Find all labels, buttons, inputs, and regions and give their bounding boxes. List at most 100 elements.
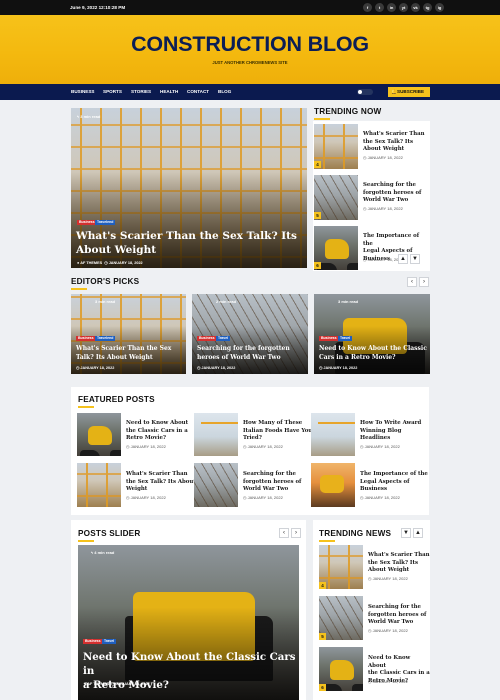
card-title[interactable]: Need to Know About the Classic Cars in a… [319,345,427,362]
nav-item-stories[interactable]: STORIES [131,89,151,94]
rank-badge: 6 [314,262,321,269]
card-title[interactable]: What's Scarier Than the Sex Talk? Its Ab… [76,345,171,362]
clock-icon: ◷ [126,444,130,449]
nav-item-blog[interactable]: BLOG [218,89,231,94]
site-tagline: JUST ANOTHER CHROMENEWS SITE [212,60,288,65]
post-date: ◷ JANUARY 18, 2022 [368,576,408,581]
slider-prev-button[interactable]: ‹ [279,528,289,538]
featured-title[interactable]: What's Scarier Than the Sex Talk? Its Ab… [126,471,196,494]
nav-item-business[interactable]: BUSINESS [71,89,95,94]
hero-meta: ● AF THEMES ◷ JANUARY 18, 2022 [77,260,143,265]
trending-title[interactable]: What's Scarier Than the Sex Talk? Its Ab… [363,131,425,154]
category-tag[interactable]: Business [76,336,96,341]
title-line: the Classic Cars in a [126,427,188,434]
hero-tag-business[interactable]: Business [77,220,97,225]
title-line: Searching for the forgotten [197,345,290,352]
thumb-image [194,413,238,456]
editors-pick-card[interactable]: 2 min read Business Travel Searching for… [192,294,308,374]
post-date: ◷ JANUARY 18, 2022 [243,495,283,500]
picks-prev-button[interactable]: ‹ [407,277,417,287]
category-tag[interactable]: Business [197,336,217,341]
title-line: forgotten heroes of [363,189,422,196]
featured-thumb[interactable] [77,463,121,507]
title-line: Talk? Its About Weight [76,353,153,361]
title-line: The Importance of the [360,471,428,477]
picks-next-button[interactable]: › [419,277,429,287]
category-tag[interactable]: Business [319,336,339,341]
category-tag[interactable]: Travel [102,639,117,644]
subscribe-button[interactable]: 🔔 SUBSCRIBE [388,87,430,97]
title-line: Headlines [360,435,391,442]
linkedin-icon[interactable]: in [387,3,396,12]
card-meta: ◷ JANUARY 18, 2022 [76,365,114,370]
card-title[interactable]: Searching for the forgotten heroes of Wo… [197,345,290,362]
telegram-icon[interactable]: tg [423,3,432,12]
thumb-image [311,463,355,507]
nav-item-health[interactable]: HEALTH [160,89,178,94]
trending-title[interactable]: Searching for the forgotten heroes of Wo… [363,182,421,205]
section-underline [71,288,87,290]
title-line: Need to Know About [126,420,189,426]
category-tag[interactable]: Business [83,639,103,644]
vk-icon[interactable]: vk [411,3,420,12]
editors-pick-card[interactable]: 3 min read Business Travel Need to Know … [314,294,430,374]
featured-title[interactable]: The Importance of the Legal Aspects of B… [360,471,428,494]
current-date: June 9, 2022 12:10:28 PM [70,5,126,10]
youtube-icon[interactable]: yt [399,3,408,12]
clock-icon: ◷ [111,682,115,686]
hero-tag-travelend[interactable]: Travelend [95,220,116,225]
title-line: Weight [126,486,148,493]
thumb-image [311,413,355,456]
date-text: JANUARY 18, 2022 [80,366,115,370]
featured-thumb[interactable] [311,413,355,456]
rank-badge: 5 [314,212,321,219]
title-line: Need to Know About [368,655,411,669]
title-line: World War Two [368,619,414,626]
post-date: ◷ JANUARY 18, 2022 [363,155,403,160]
dark-mode-toggle[interactable] [357,89,373,95]
nav-item-contact[interactable]: CONTACT [187,89,209,94]
section-underline [78,540,94,542]
news-title[interactable]: What's Scarier Than the Sex Talk? Its Ab… [368,552,430,575]
site-logo[interactable]: CONSTRUCTION BLOG [0,32,500,57]
hero-author[interactable]: AF THEMES [80,261,102,265]
hero-title[interactable]: What's Scarier Than the Sex Talk? Its Ab… [76,229,297,257]
author-icon: ● [84,682,87,686]
trending-down-button[interactable]: ▼ [410,254,420,264]
category-tag[interactable]: Travel [338,336,353,341]
featured-thumb[interactable] [77,413,121,456]
rank-badge: 5 [319,633,326,640]
nav-item-sports[interactable]: SPORTS [103,89,122,94]
slider-next-button[interactable]: › [291,528,301,538]
category-tag[interactable]: Travelend [95,336,116,341]
category-tag[interactable]: Travel [216,336,231,341]
slide-author[interactable]: AF THEMES [87,682,109,686]
title-line: How Many of These [243,420,303,426]
read-time: 3 min read [338,299,359,304]
hero-post[interactable]: ϟ 3 min read Business Travelend What's S… [71,108,307,268]
news-up-button[interactable]: ▲ [413,528,423,538]
title-line: What's Scarier Than [363,131,425,137]
instagram-icon[interactable]: ig [435,3,444,12]
featured-thumb[interactable] [311,463,355,507]
slider-slide[interactable]: ϟ 4 min read Business Travel Need to Kno… [78,545,299,700]
news-down-button[interactable]: ▼ [401,528,411,538]
featured-title[interactable]: Searching for the forgotten heroes of Wo… [243,471,301,494]
facebook-icon[interactable]: f [363,3,372,12]
featured-thumb[interactable] [194,463,238,507]
section-underline [314,118,330,120]
news-title[interactable]: Searching for the forgotten heroes of Wo… [368,604,426,627]
featured-title[interactable]: How Many of These Italian Foods Have You… [243,420,312,443]
title-line: What's Scarier Than the Sex [76,345,172,352]
featured-title[interactable]: Need to Know About the Classic Cars in a… [126,420,188,443]
trending-up-button[interactable]: ▲ [398,254,408,264]
rank-badge: 6 [319,684,326,691]
card-meta: ◷ JANUARY 18, 2022 [319,365,357,370]
title-line: Business [360,486,387,493]
editors-pick-card[interactable]: 3 min read Business Travelend What's Sca… [71,294,186,374]
date-text: JANUARY 18, 2022 [367,155,403,160]
read-label: 4 min read [94,550,115,555]
featured-thumb[interactable] [194,413,238,456]
featured-title[interactable]: How To Write Award Winning Blog Headline… [360,420,421,443]
twitter-icon[interactable]: t [375,3,384,12]
